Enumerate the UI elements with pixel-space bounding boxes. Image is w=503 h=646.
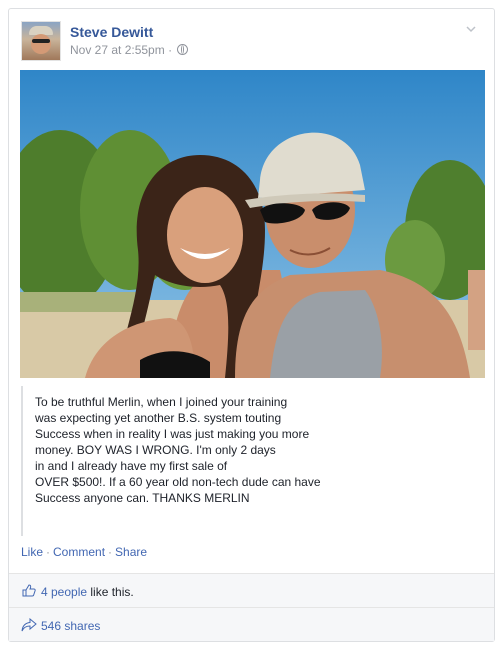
likes-suffix: like this. bbox=[87, 585, 134, 599]
action-separator: · bbox=[108, 545, 113, 559]
likes-people-link[interactable]: 4 people bbox=[41, 585, 87, 599]
post-actions: Like · Comment · Share bbox=[21, 545, 147, 559]
like-button[interactable]: Like bbox=[21, 545, 43, 559]
share-arrow-icon bbox=[21, 618, 37, 632]
post-timestamp[interactable]: Nov 27 at 2:55pm bbox=[70, 43, 165, 57]
avatar[interactable] bbox=[21, 21, 61, 61]
chevron-down-icon[interactable] bbox=[465, 23, 477, 35]
globe-icon[interactable] bbox=[177, 44, 189, 55]
post-photo[interactable] bbox=[20, 70, 485, 378]
meta-separator: · bbox=[168, 43, 173, 57]
post-meta: Nov 27 at 2:55pm · bbox=[70, 43, 189, 57]
post-text: To be truthful Merlin, when I joined you… bbox=[35, 395, 321, 505]
share-button[interactable]: Share bbox=[115, 545, 147, 559]
author-name[interactable]: Steve Dewitt bbox=[70, 24, 153, 40]
comment-button[interactable]: Comment bbox=[53, 545, 105, 559]
post-card: Steve Dewitt Nov 27 at 2:55pm · To be tr… bbox=[8, 8, 495, 642]
post-header: Steve Dewitt Nov 27 at 2:55pm · bbox=[21, 21, 481, 65]
shares-count-link[interactable]: 546 shares bbox=[41, 619, 100, 633]
likes-summary: 4 people like this. bbox=[9, 573, 494, 607]
action-separator: · bbox=[46, 545, 51, 559]
shares-summary: 546 shares bbox=[9, 607, 494, 641]
thumbs-up-icon bbox=[22, 584, 36, 597]
post-quote: To be truthful Merlin, when I joined you… bbox=[21, 386, 481, 536]
